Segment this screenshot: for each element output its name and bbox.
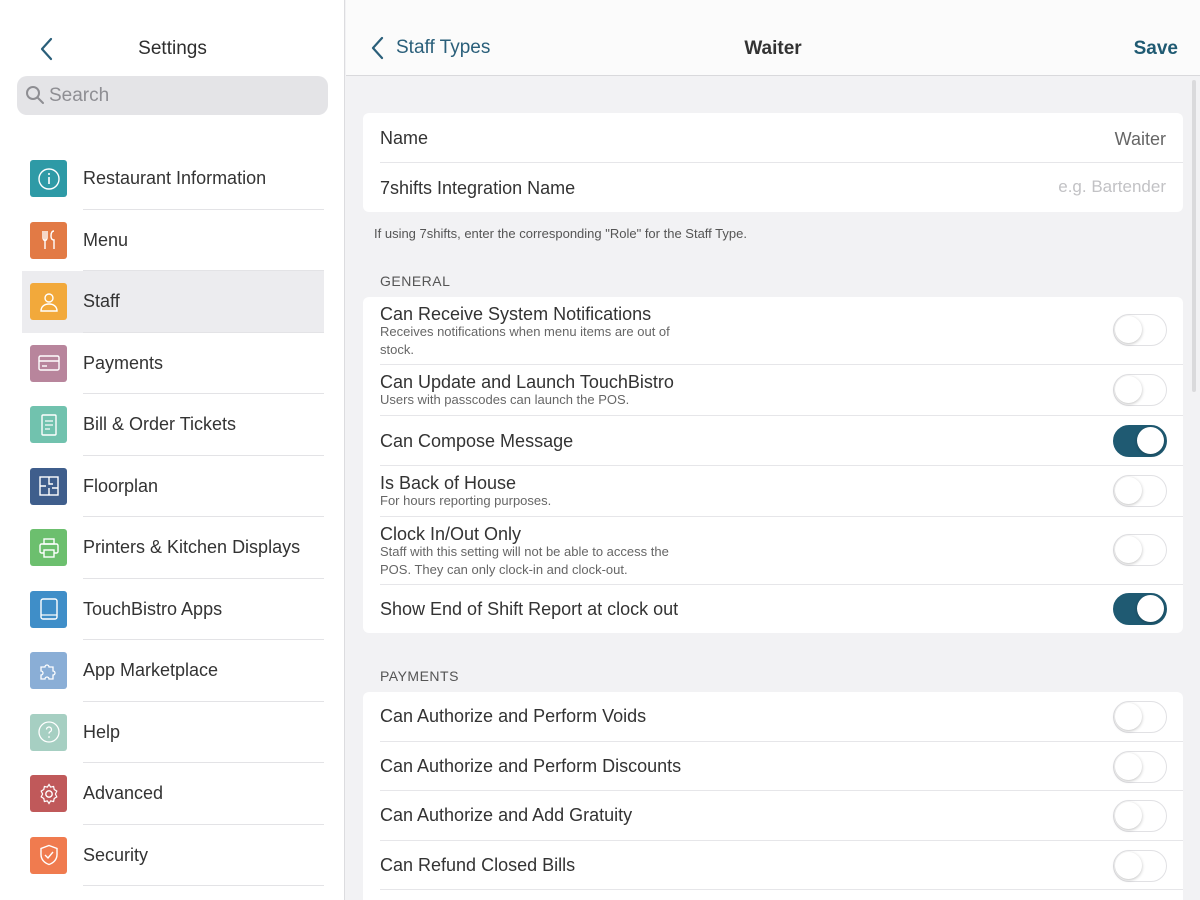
help-icon: [30, 713, 67, 751]
toggle-refund-closed-bills[interactable]: [1113, 850, 1167, 882]
settings-sidebar: Settings Restaurant Information Menu Sta…: [0, 0, 345, 900]
sidebar-item-label: Menu: [83, 229, 129, 250]
sidebar-header: Settings: [0, 0, 344, 76]
setting-row-compose-message: Can Compose Message: [380, 416, 1183, 466]
sidebar-item-floorplan[interactable]: Floorplan: [22, 456, 324, 518]
sidebar-item-label: Printers & Kitchen Displays: [83, 537, 301, 557]
toggle-compose-message[interactable]: [1113, 425, 1167, 457]
setting-title: Can Receive System Notifications: [380, 304, 652, 324]
setting-title: Can Authorize and Perform Voids: [380, 706, 647, 726]
toggle-end-of-shift-report[interactable]: [1113, 593, 1167, 625]
page-title: Waiter: [744, 38, 802, 59]
tablet-icon: [30, 590, 67, 628]
sidebar-item-label: Advanced: [83, 783, 164, 803]
setting-subtitle: Users with passcodes can launch the POS.: [380, 392, 630, 407]
toggle-discounts[interactable]: [1113, 751, 1167, 783]
sidebar-item-staff[interactable]: Staff: [22, 271, 324, 333]
toggle-voids[interactable]: [1113, 701, 1167, 733]
name-row[interactable]: Name Waiter: [380, 113, 1183, 163]
setting-row-gratuity: Can Authorize and Add Gratuity: [380, 791, 1183, 841]
sidebar-item-label: Security: [83, 844, 149, 865]
general-card: Can Receive System Notifications Receive…: [363, 297, 1183, 633]
setting-subtitle: For hours reporting purposes.: [380, 493, 552, 508]
setting-title: Can Authorize and Perform Discounts: [380, 756, 682, 776]
setting-row-clock-in-out-only: Clock In/Out Only Staff with this settin…: [380, 517, 1183, 585]
setting-title: Can Authorize and Add Gratuity: [380, 805, 633, 825]
general-section-header: GENERAL: [380, 273, 451, 289]
setting-row-discounts: Can Authorize and Perform Discounts: [380, 742, 1183, 791]
sidebar-item-label: Bill & Order Tickets: [83, 414, 237, 434]
name-card: Name Waiter 7shifts Integration Name: [363, 113, 1183, 212]
sidebar-item-printers-kitchen-displays[interactable]: Printers & Kitchen Displays: [22, 517, 324, 579]
setting-row-next: [380, 890, 1183, 900]
sidebar-item-payments[interactable]: Payments: [22, 333, 324, 395]
sidebar-item-help[interactable]: Help: [22, 702, 324, 764]
toggle-gratuity[interactable]: [1113, 800, 1167, 832]
sidebar-item-label: Staff: [83, 291, 120, 311]
save-button[interactable]: Save: [1134, 38, 1178, 60]
search-input[interactable]: [49, 76, 319, 115]
toggle-back-of-house[interactable]: [1113, 475, 1167, 507]
navigation-bar: Staff Types Waiter Save: [346, 0, 1200, 76]
sidebar-title: Settings: [138, 38, 207, 59]
setting-title: Clock In/Out Only: [380, 524, 522, 544]
sidebar-item-menu[interactable]: Menu: [22, 210, 324, 272]
sidebar-item-label: Help: [83, 721, 121, 742]
toggle-receive-notifications[interactable]: [1113, 314, 1167, 346]
gear-icon: [30, 775, 67, 812]
setting-title: Can Update and Launch TouchBistro: [380, 372, 674, 392]
payments-section-header: PAYMENTS: [380, 668, 459, 684]
search-bar[interactable]: [17, 76, 328, 115]
setting-subtitle: Receives notifications when menu items a…: [380, 324, 670, 357]
sidebar-item-label: TouchBistro Apps: [83, 598, 223, 619]
integration-name-label: 7shifts Integration Name: [380, 178, 576, 198]
card-icon: [30, 344, 67, 382]
search-icon: [26, 86, 44, 104]
sidebar-item-bill-order-tickets[interactable]: Bill & Order Tickets: [22, 394, 324, 456]
info-icon: [30, 160, 67, 197]
setting-row-refund-closed-bills: Can Refund Closed Bills: [380, 841, 1183, 890]
shield-icon: [30, 836, 67, 874]
sidebar-item-label: Payments: [83, 352, 164, 373]
scrollbar[interactable]: [1192, 80, 1196, 392]
setting-row-back-of-house: Is Back of House For hours reporting pur…: [380, 466, 1183, 517]
setting-subtitle: Staff with this setting will not be able…: [380, 544, 669, 577]
setting-row-update-launch: Can Update and Launch TouchBistro Users …: [380, 365, 1183, 416]
sidebar-item-restaurant-information[interactable]: Restaurant Information: [22, 148, 324, 210]
floorplan-icon: [30, 467, 67, 505]
setting-title: Is Back of House: [380, 473, 517, 493]
sidebar-item-security[interactable]: Security: [22, 825, 324, 887]
utensils-icon: [30, 221, 67, 259]
receipt-icon: [30, 406, 67, 443]
setting-title: Can Compose Message: [380, 431, 574, 451]
sidebar-menu: Restaurant Information Menu Staff Paymen…: [0, 148, 344, 887]
staff-type-detail: Staff Types Waiter Save Name Waiter 7shi…: [346, 0, 1200, 900]
setting-title: Show End of Shift Report at clock out: [380, 599, 679, 619]
setting-row-end-of-shift-report: Show End of Shift Report at clock out: [380, 585, 1183, 633]
integration-name-input[interactable]: [916, 177, 1166, 197]
integration-footnote: If using 7shifts, enter the correspondin…: [374, 226, 747, 241]
printer-icon: [30, 529, 67, 566]
setting-title: Can Refund Closed Bills: [380, 855, 576, 875]
integration-name-row[interactable]: 7shifts Integration Name: [380, 163, 1183, 212]
setting-row-voids: Can Authorize and Perform Voids: [380, 692, 1183, 742]
sidebar-item-advanced[interactable]: Advanced: [22, 763, 324, 825]
sidebar-item-touchbistro-apps[interactable]: TouchBistro Apps: [22, 579, 324, 641]
person-icon: [30, 283, 67, 320]
setting-row-receive-notifications: Can Receive System Notifications Receive…: [380, 297, 1183, 365]
toggle-update-launch[interactable]: [1113, 374, 1167, 406]
sidebar-item-label: Floorplan: [83, 475, 159, 496]
name-value[interactable]: Waiter: [1115, 129, 1166, 150]
sidebar-item-app-marketplace[interactable]: App Marketplace: [22, 640, 324, 702]
name-label: Name: [380, 128, 429, 148]
puzzle-icon: [30, 652, 67, 689]
sidebar-item-label: App Marketplace: [83, 660, 219, 680]
payments-card: Can Authorize and Perform Voids Can Auth…: [363, 692, 1183, 900]
toggle-clock-in-out-only[interactable]: [1113, 534, 1167, 566]
sidebar-item-label: Restaurant Information: [83, 168, 267, 188]
